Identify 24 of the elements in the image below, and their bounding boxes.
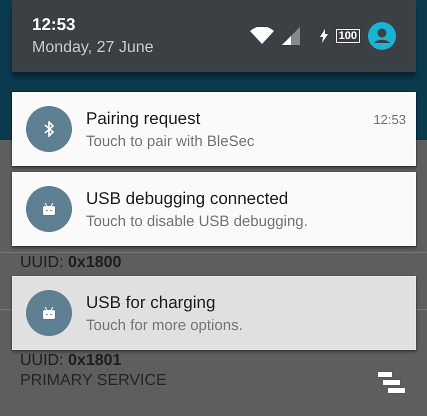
charging-icon: [320, 29, 328, 43]
notification-time: 12:53: [373, 112, 406, 126]
notification-title: USB for charging: [86, 292, 216, 312]
uuid-text: UUID: 0x1801: [20, 351, 122, 370]
bluetooth-icon: [44, 121, 54, 137]
notification-title: Pairing request: [86, 108, 200, 128]
date-text: Monday, 27 June: [32, 39, 154, 57]
menu-icon[interactable]: [378, 372, 406, 394]
notification-card[interactable]: USB for charging Touch for more options.: [12, 276, 416, 350]
wifi-icon: [250, 27, 274, 45]
android-icon: [42, 306, 56, 320]
notification-card[interactable]: USB debugging connected Touch to disable USB debugging.: [12, 172, 416, 246]
battery-level: 100: [336, 29, 360, 43]
clock-text: 12:53: [32, 15, 76, 35]
service-type-text: PRIMARY SERVICE: [20, 372, 167, 390]
notification-text: Touch to disable USB debugging.: [86, 212, 309, 230]
notification-text: Touch to pair with BleSec: [86, 132, 256, 150]
account-icon[interactable]: [368, 22, 396, 50]
signal-icon: [282, 27, 300, 45]
notification-card[interactable]: Pairing request 12:53 Touch to pair with BleSec: [12, 92, 416, 166]
android-icon: [42, 202, 56, 216]
uuid-text: UUID: 0x1800: [20, 253, 122, 272]
notification-text: Touch for more options.: [86, 316, 244, 334]
notification-title: USB debugging connected: [86, 188, 288, 208]
